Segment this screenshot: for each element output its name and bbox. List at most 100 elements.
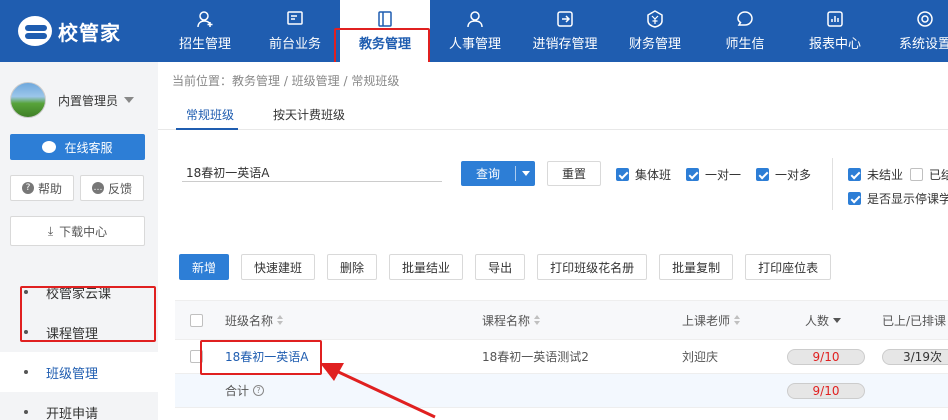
sidebar: 内置管理员 在线客服 ? 帮助 … 反馈 ⤓ 下载中心 校管家云课 课程管理 班…	[0, 62, 158, 420]
chevron-down-icon[interactable]	[522, 171, 530, 176]
checkbox-show-suspended[interactable]: 是否显示停课学	[848, 190, 948, 207]
top-navigation-bar: 校管家 招生管理 前台业务 教务管理 人事管理 进销存管理 财务管理 师生信 报…	[0, 0, 948, 62]
help-label: 帮助	[37, 181, 62, 196]
sidebar-item-class-application[interactable]: 开班申请	[0, 392, 158, 420]
column-class-name[interactable]: 班级名称	[225, 301, 284, 339]
feedback-icon: …	[91, 182, 104, 194]
checkbox-icon	[190, 313, 203, 327]
checkbox-icon	[686, 168, 699, 181]
column-label: 人数	[805, 313, 830, 328]
bullet-icon	[24, 370, 28, 374]
chevron-down-icon	[124, 97, 135, 103]
nav-label: 前台业务	[268, 37, 321, 52]
sort-icon	[277, 315, 284, 325]
online-service-button[interactable]: 在线客服	[10, 134, 145, 160]
new-button[interactable]: 新增	[179, 254, 230, 280]
nav-label: 教务管理	[358, 37, 411, 52]
help-row: ? 帮助 … 反馈	[10, 175, 144, 201]
total-row: 合计? 9/10	[175, 374, 948, 408]
column-teacher[interactable]: 上课老师	[682, 301, 741, 339]
nav-label: 人事管理	[448, 37, 501, 52]
action-toolbar: 新增 快速建班 删除 批量结业 导出 打印班级花名册 批量复制 打印座位表	[179, 254, 832, 280]
sort-desc-icon	[833, 317, 842, 323]
total-label-text: 合计	[225, 384, 250, 398]
nav-item-inventory[interactable]: 进销存管理	[520, 0, 610, 62]
batch-graduate-button[interactable]: 批量结业	[389, 254, 464, 280]
checkbox-icon	[848, 168, 861, 181]
app-logo[interactable]: 校管家	[0, 0, 160, 62]
download-icon: ⤓	[47, 223, 54, 238]
yen-shield-icon	[646, 10, 664, 28]
sidebar-item-class-management[interactable]: 班级管理	[0, 352, 158, 392]
class-name-link[interactable]: 18春初一英语A	[225, 340, 308, 373]
batch-copy-button[interactable]: 批量复制	[659, 254, 734, 280]
print-roster-button[interactable]: 打印班级花名册	[537, 254, 648, 280]
nav-item-enrollment[interactable]: 招生管理	[160, 0, 250, 62]
sidebar-item-label: 校管家云课	[46, 286, 112, 302]
search-input[interactable]: 18春初一英语A	[182, 160, 442, 182]
export-button[interactable]: 导出	[475, 254, 526, 280]
bullet-icon	[24, 330, 28, 334]
reset-button[interactable]: 重置	[547, 161, 601, 186]
checkbox-icon	[910, 168, 923, 181]
nav-item-hr[interactable]: 人事管理	[430, 0, 520, 62]
checkbox-not-graduated[interactable]: 未结业	[848, 166, 903, 183]
online-service-label: 在线客服	[64, 140, 113, 155]
checkbox-group-class[interactable]: 集体班	[616, 166, 671, 183]
person-icon	[466, 10, 484, 28]
bullet-icon	[24, 290, 28, 294]
column-course-name[interactable]: 课程名称	[482, 301, 541, 339]
nav-item-academic[interactable]: 教务管理	[340, 0, 430, 62]
sidebar-menu: 校管家云课 课程管理 班级管理 开班申请	[0, 272, 158, 420]
select-all-checkbox[interactable]	[190, 301, 209, 339]
sidebar-item-cloud-course[interactable]: 校管家云课	[0, 272, 158, 312]
nav-item-settings[interactable]: 系统设置	[880, 0, 948, 62]
total-count-cell: 9/10	[787, 374, 865, 407]
nav-item-frontdesk[interactable]: 前台业务	[250, 0, 340, 62]
nav-item-messages[interactable]: 师生信	[700, 0, 790, 62]
tab-bar: 常规班级 按天计费班级	[158, 98, 948, 130]
user-menu[interactable]: 内置管理员	[10, 82, 150, 118]
scheduled-cell: 3/19次	[882, 340, 948, 373]
checkbox-label: 一对多	[775, 168, 812, 182]
sort-icon	[534, 315, 541, 325]
feedback-button[interactable]: … 反馈	[80, 175, 144, 201]
gear-icon	[916, 10, 934, 28]
user-name: 内置管理员	[58, 93, 119, 108]
total-label: 合计?	[225, 374, 265, 407]
query-label: 查询	[475, 167, 500, 181]
download-center-button[interactable]: ⤓ 下载中心	[10, 216, 145, 246]
column-scheduled[interactable]: 已上/已排课	[882, 301, 946, 339]
checkbox-graduated[interactable]: 已结	[910, 166, 948, 183]
checkbox-one-to-many[interactable]: 一对多	[756, 166, 811, 183]
table-row[interactable]: 18春初一英语A 18春初一英语测试2 刘迎庆 9/10 3/19次	[175, 340, 948, 374]
row-checkbox[interactable]	[190, 340, 209, 373]
checkbox-one-to-one[interactable]: 一对一	[686, 166, 741, 183]
sidebar-item-label: 班级管理	[46, 366, 99, 382]
column-student-count[interactable]: 人数	[805, 301, 842, 339]
feedback-label: 反馈	[107, 181, 132, 196]
table-header: 班级名称 课程名称 上课老师 人数 已上/已排课	[175, 300, 948, 340]
quick-create-class-button[interactable]: 快速建班	[241, 254, 316, 280]
query-button[interactable]: 查询	[461, 161, 535, 186]
nav-label: 进销存管理	[532, 37, 598, 52]
total-count-pill: 9/10	[787, 382, 865, 399]
user-plus-icon	[196, 10, 214, 28]
checkbox-icon	[756, 168, 769, 181]
sidebar-item-course-management[interactable]: 课程管理	[0, 312, 158, 352]
bullet-icon	[24, 410, 28, 414]
help-button[interactable]: ? 帮助	[10, 175, 74, 201]
delete-button[interactable]: 删除	[327, 254, 378, 280]
exchange-icon	[556, 10, 574, 28]
tab-regular-class[interactable]: 常规班级	[186, 106, 234, 123]
student-count-cell: 9/10	[787, 340, 865, 373]
print-seat-chart-button[interactable]: 打印座位表	[745, 254, 832, 280]
nav-item-finance[interactable]: 财务管理	[610, 0, 700, 62]
question-icon[interactable]: ?	[253, 385, 265, 396]
nav-item-reports[interactable]: 报表中心	[790, 0, 880, 62]
download-label: 下载中心	[59, 224, 108, 239]
chat-icon	[736, 10, 754, 28]
tab-daily-billing-class[interactable]: 按天计费班级	[273, 106, 345, 123]
breadcrumb: 当前位置：教务管理 / 班级管理 / 常规班级	[172, 74, 400, 88]
logo-mark-icon	[18, 16, 52, 46]
